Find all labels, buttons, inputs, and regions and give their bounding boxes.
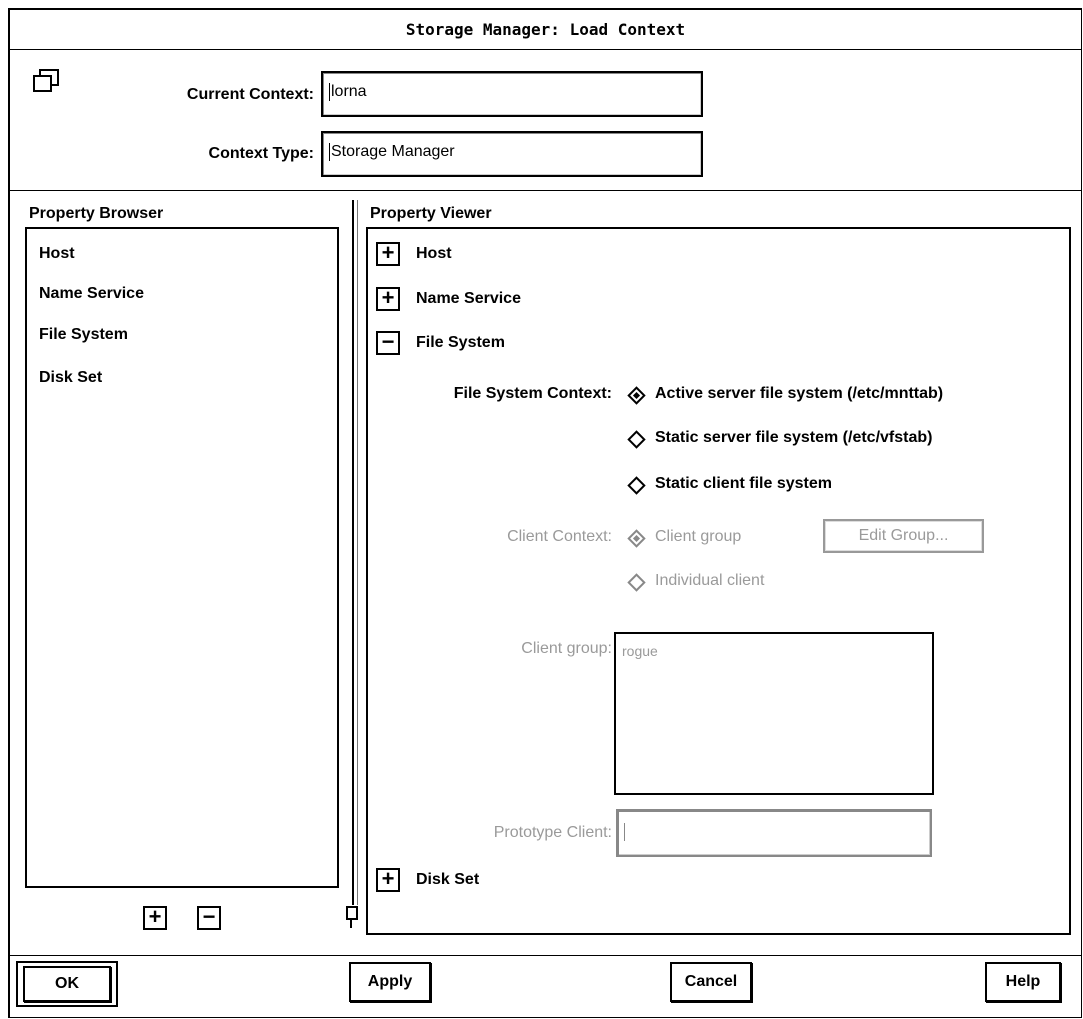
footer-divider [10,955,1081,956]
browser-item-disk-set[interactable]: Disk Set [39,369,102,387]
context-type-value: Storage Manager [331,143,455,161]
section-name-service-label: Name Service [416,290,521,307]
section-host-label: Host [416,245,452,262]
context-type-field[interactable]: Storage Manager [321,131,703,177]
property-browser-title: Property Browser [29,205,164,222]
prototype-client-label: Prototype Client: [493,824,612,841]
property-viewer-title: Property Viewer [370,205,492,222]
host-expand-toggle[interactable]: + [376,242,400,266]
radio-static-server-fs-label[interactable]: Static server file system (/etc/vfstab) [655,429,932,447]
ok-button[interactable]: OK [23,966,111,1002]
section-disk-set-label: Disk Set [416,871,480,888]
client-group-list[interactable]: rogue [614,632,934,795]
help-button[interactable]: Help [985,962,1061,1002]
expand-all-button[interactable]: + [143,906,167,930]
window-restore-icon [33,68,61,94]
name-service-expand-toggle[interactable]: + [376,287,400,311]
current-context-label: Current Context: [186,86,314,103]
window-title: Storage Manager: Load Context [405,20,686,39]
splitter-tail [350,918,352,928]
apply-button[interactable]: Apply [349,962,431,1002]
collapse-all-button[interactable]: − [197,906,221,930]
file-system-collapse-toggle[interactable]: − [376,331,400,355]
prototype-client-field[interactable] [616,809,932,857]
text-caret [329,83,330,101]
section-file-system-label: File System [416,334,505,351]
client-group-item[interactable]: rogue [622,643,658,659]
fs-context-label: File System Context: [453,385,612,402]
context-type-label: Context Type: [208,145,314,162]
disk-set-expand-toggle[interactable]: + [376,868,400,892]
current-context-field[interactable]: lorna [321,71,703,117]
text-caret [329,143,330,161]
cancel-button[interactable]: Cancel [670,962,752,1002]
text-caret [624,823,625,841]
pane-splitter[interactable] [352,200,358,905]
splitter-sash[interactable] [346,906,358,920]
client-context-label: Client Context: [507,528,612,545]
property-browser-list[interactable]: Host Name Service File System Disk Set [25,227,339,888]
browser-item-host[interactable]: Host [39,245,75,263]
radio-static-client-fs-label[interactable]: Static client file system [655,475,832,493]
header-divider [10,190,1081,191]
client-group-label: Client group: [521,640,612,657]
edit-group-button[interactable]: Edit Group... [823,519,984,553]
browser-item-file-system[interactable]: File System [39,326,128,344]
current-context-value: lorna [331,83,367,101]
radio-client-group-label[interactable]: Client group [655,528,741,546]
radio-active-server-fs-label[interactable]: Active server file system (/etc/mnttab) [655,385,943,403]
browser-item-name-service[interactable]: Name Service [39,285,144,303]
radio-individual-client-label[interactable]: Individual client [655,572,764,590]
